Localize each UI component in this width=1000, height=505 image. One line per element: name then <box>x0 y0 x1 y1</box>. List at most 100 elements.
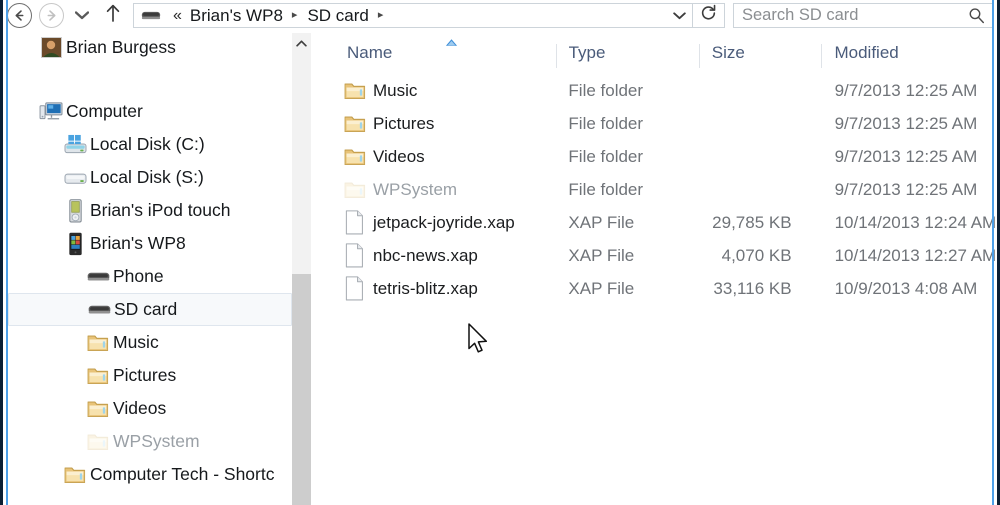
column-divider[interactable] <box>821 43 823 68</box>
phone-icon <box>68 232 82 255</box>
cell-type: XAP File <box>568 245 635 265</box>
column-header-size-label: Size <box>711 42 745 62</box>
sidebar-item-videos[interactable]: Videos <box>8 392 292 425</box>
cell-name[interactable]: WPSystem <box>333 180 555 200</box>
file-icon <box>344 276 373 301</box>
sidebar-item-phone[interactable]: Phone <box>8 260 292 293</box>
system-drive-icon <box>64 134 86 154</box>
folder-icon <box>87 335 109 351</box>
breadcrumb-separator-0[interactable]: ▸ <box>286 10 305 21</box>
folder-icon <box>83 432 113 451</box>
search-icon[interactable] <box>968 7 993 24</box>
file-rows-container[interactable]: Music File folder 9/7/2013 12:25 AM Pictur… <box>333 74 997 305</box>
table-row[interactable]: Pictures File folder 9/7/2013 12:25 AM <box>333 107 997 140</box>
computer-icon <box>39 102 62 120</box>
folder-icon <box>60 465 90 484</box>
sidebar-item-brian-s-ipod-touch[interactable]: Brian's iPod touch <box>8 194 292 227</box>
sidebar-item-brian-burgess[interactable]: Brian Burgess <box>8 31 292 64</box>
folder-icon <box>344 83 366 99</box>
cell-size: 4,070 KB <box>721 245 792 265</box>
cell-name[interactable]: jetpack-joyride.xap <box>333 210 555 235</box>
column-header-name-label: Name <box>347 42 393 62</box>
cell-name[interactable]: tetris-blitz.xap <box>333 276 555 301</box>
file-list-pane[interactable]: Name Type Size Modified Music File folde… <box>333 31 997 505</box>
column-header-type-label: Type <box>568 42 606 62</box>
chevron-down-icon <box>672 11 686 19</box>
file-icon <box>344 210 373 235</box>
column-header-type[interactable]: Type <box>555 38 699 68</box>
sidebar-item-label: Phone <box>113 266 164 286</box>
folder-icon <box>87 368 109 384</box>
cell-name[interactable]: Pictures <box>333 114 555 134</box>
breadcrumb-separator-1[interactable]: ▸ <box>372 10 391 21</box>
file-name-label: jetpack-joyride.xap <box>373 212 515 232</box>
cell-type: File folder <box>568 179 644 199</box>
sidebar-item-label: Local Disk (C:) <box>90 134 205 154</box>
table-row[interactable]: tetris-blitz.xap XAP File 33,116 KB 10/9/20… <box>333 272 997 305</box>
folder-icon <box>87 434 109 450</box>
scrollbar-thumb[interactable] <box>292 274 311 505</box>
column-header-size[interactable]: Size <box>698 38 822 68</box>
breadcrumb-item-0[interactable]: Brian's WP8 <box>187 6 286 26</box>
folder-icon <box>344 180 373 199</box>
refresh-button[interactable] <box>693 3 725 28</box>
sd-card-icon <box>87 272 109 280</box>
phone-icon <box>60 232 90 256</box>
sidebar-item-label: Music <box>113 332 159 352</box>
forward-arrow-icon <box>38 3 64 28</box>
forward-button[interactable] <box>35 0 67 31</box>
recent-locations-button[interactable] <box>67 0 97 31</box>
cell-name[interactable]: nbc-news.xap <box>333 243 555 268</box>
sidebar-item-local-disk-c[interactable]: Local Disk (C:) <box>8 128 292 161</box>
search-box[interactable]: Search SD card <box>733 3 994 28</box>
sidebar-item-label: Pictures <box>113 365 177 385</box>
file-icon <box>344 243 373 268</box>
address-dropdown-button[interactable] <box>666 4 692 27</box>
sidebar-item-pictures[interactable]: Pictures <box>8 359 292 392</box>
sidebar-item-computer[interactable]: Computer <box>8 95 292 128</box>
sidebar-item-sd-card[interactable]: SD card <box>8 293 292 326</box>
navigation-pane[interactable]: Brian Burgess Computer Local Disk (C:) L… <box>8 31 292 505</box>
table-row[interactable]: nbc-news.xap XAP File 4,070 KB 10/14/2013 1… <box>333 239 997 272</box>
file-icon <box>345 210 363 235</box>
back-button[interactable] <box>3 0 35 31</box>
cell-type: File folder <box>568 113 644 133</box>
address-bar[interactable]: « Brian's WP8 ▸ SD card ▸ <box>133 3 693 28</box>
sidebar-item-wpsystem[interactable]: WPSystem <box>8 425 292 458</box>
breadcrumb-overflow[interactable]: « <box>167 7 187 25</box>
sidebar-item-label: WPSystem <box>113 431 200 451</box>
file-name-label: nbc-news.xap <box>373 245 478 265</box>
cell-name[interactable]: Music <box>333 81 555 101</box>
cell-size: 33,116 KB <box>713 278 792 298</box>
file-icon <box>345 276 363 301</box>
search-input[interactable]: Search SD card <box>734 6 968 25</box>
sidebar-item-brian-s-wp8[interactable]: Brian's WP8 <box>8 227 292 260</box>
sidebar-item-music[interactable]: Music <box>8 326 292 359</box>
sidebar-item-label: Brian's WP8 <box>90 233 186 253</box>
table-row[interactable]: Videos File folder 9/7/2013 12:25 AM <box>333 140 997 173</box>
folder-icon <box>344 116 366 132</box>
table-row[interactable]: Music File folder 9/7/2013 12:25 AM <box>333 74 997 107</box>
cell-modified: 9/7/2013 12:25 AM <box>834 80 978 100</box>
folder-icon <box>344 149 366 165</box>
cell-name[interactable]: Videos <box>333 147 555 167</box>
table-row[interactable]: jetpack-joyride.xap XAP File 29,785 KB 10/1… <box>333 206 997 239</box>
column-divider[interactable] <box>698 43 700 68</box>
scrollbar-up-button[interactable] <box>292 33 311 52</box>
cell-modified: 10/14/2013 12:27 AM <box>834 245 997 265</box>
navigation-pane-scrollbar[interactable] <box>292 33 311 505</box>
column-divider[interactable] <box>555 43 557 68</box>
window-accent-border <box>992 0 994 505</box>
breadcrumb-item-1[interactable]: SD card <box>304 6 371 26</box>
sidebar-item-local-disk-s[interactable]: Local Disk (S:) <box>8 161 292 194</box>
table-row[interactable]: WPSystem File folder 9/7/2013 12:25 AM <box>333 173 997 206</box>
sidebar-item-label: SD card <box>114 299 178 319</box>
cell-type: XAP File <box>568 278 635 298</box>
column-header-modified[interactable]: Modified <box>821 38 997 68</box>
sidebar-item-label: Computer Tech - Shortc <box>90 464 275 484</box>
sidebar-item-label: Brian's iPod touch <box>90 200 231 220</box>
up-one-level-button[interactable] <box>97 0 129 31</box>
file-name-label: Videos <box>373 146 425 166</box>
sidebar-item-computer-tech-shortc[interactable]: Computer Tech - Shortc <box>8 458 292 491</box>
